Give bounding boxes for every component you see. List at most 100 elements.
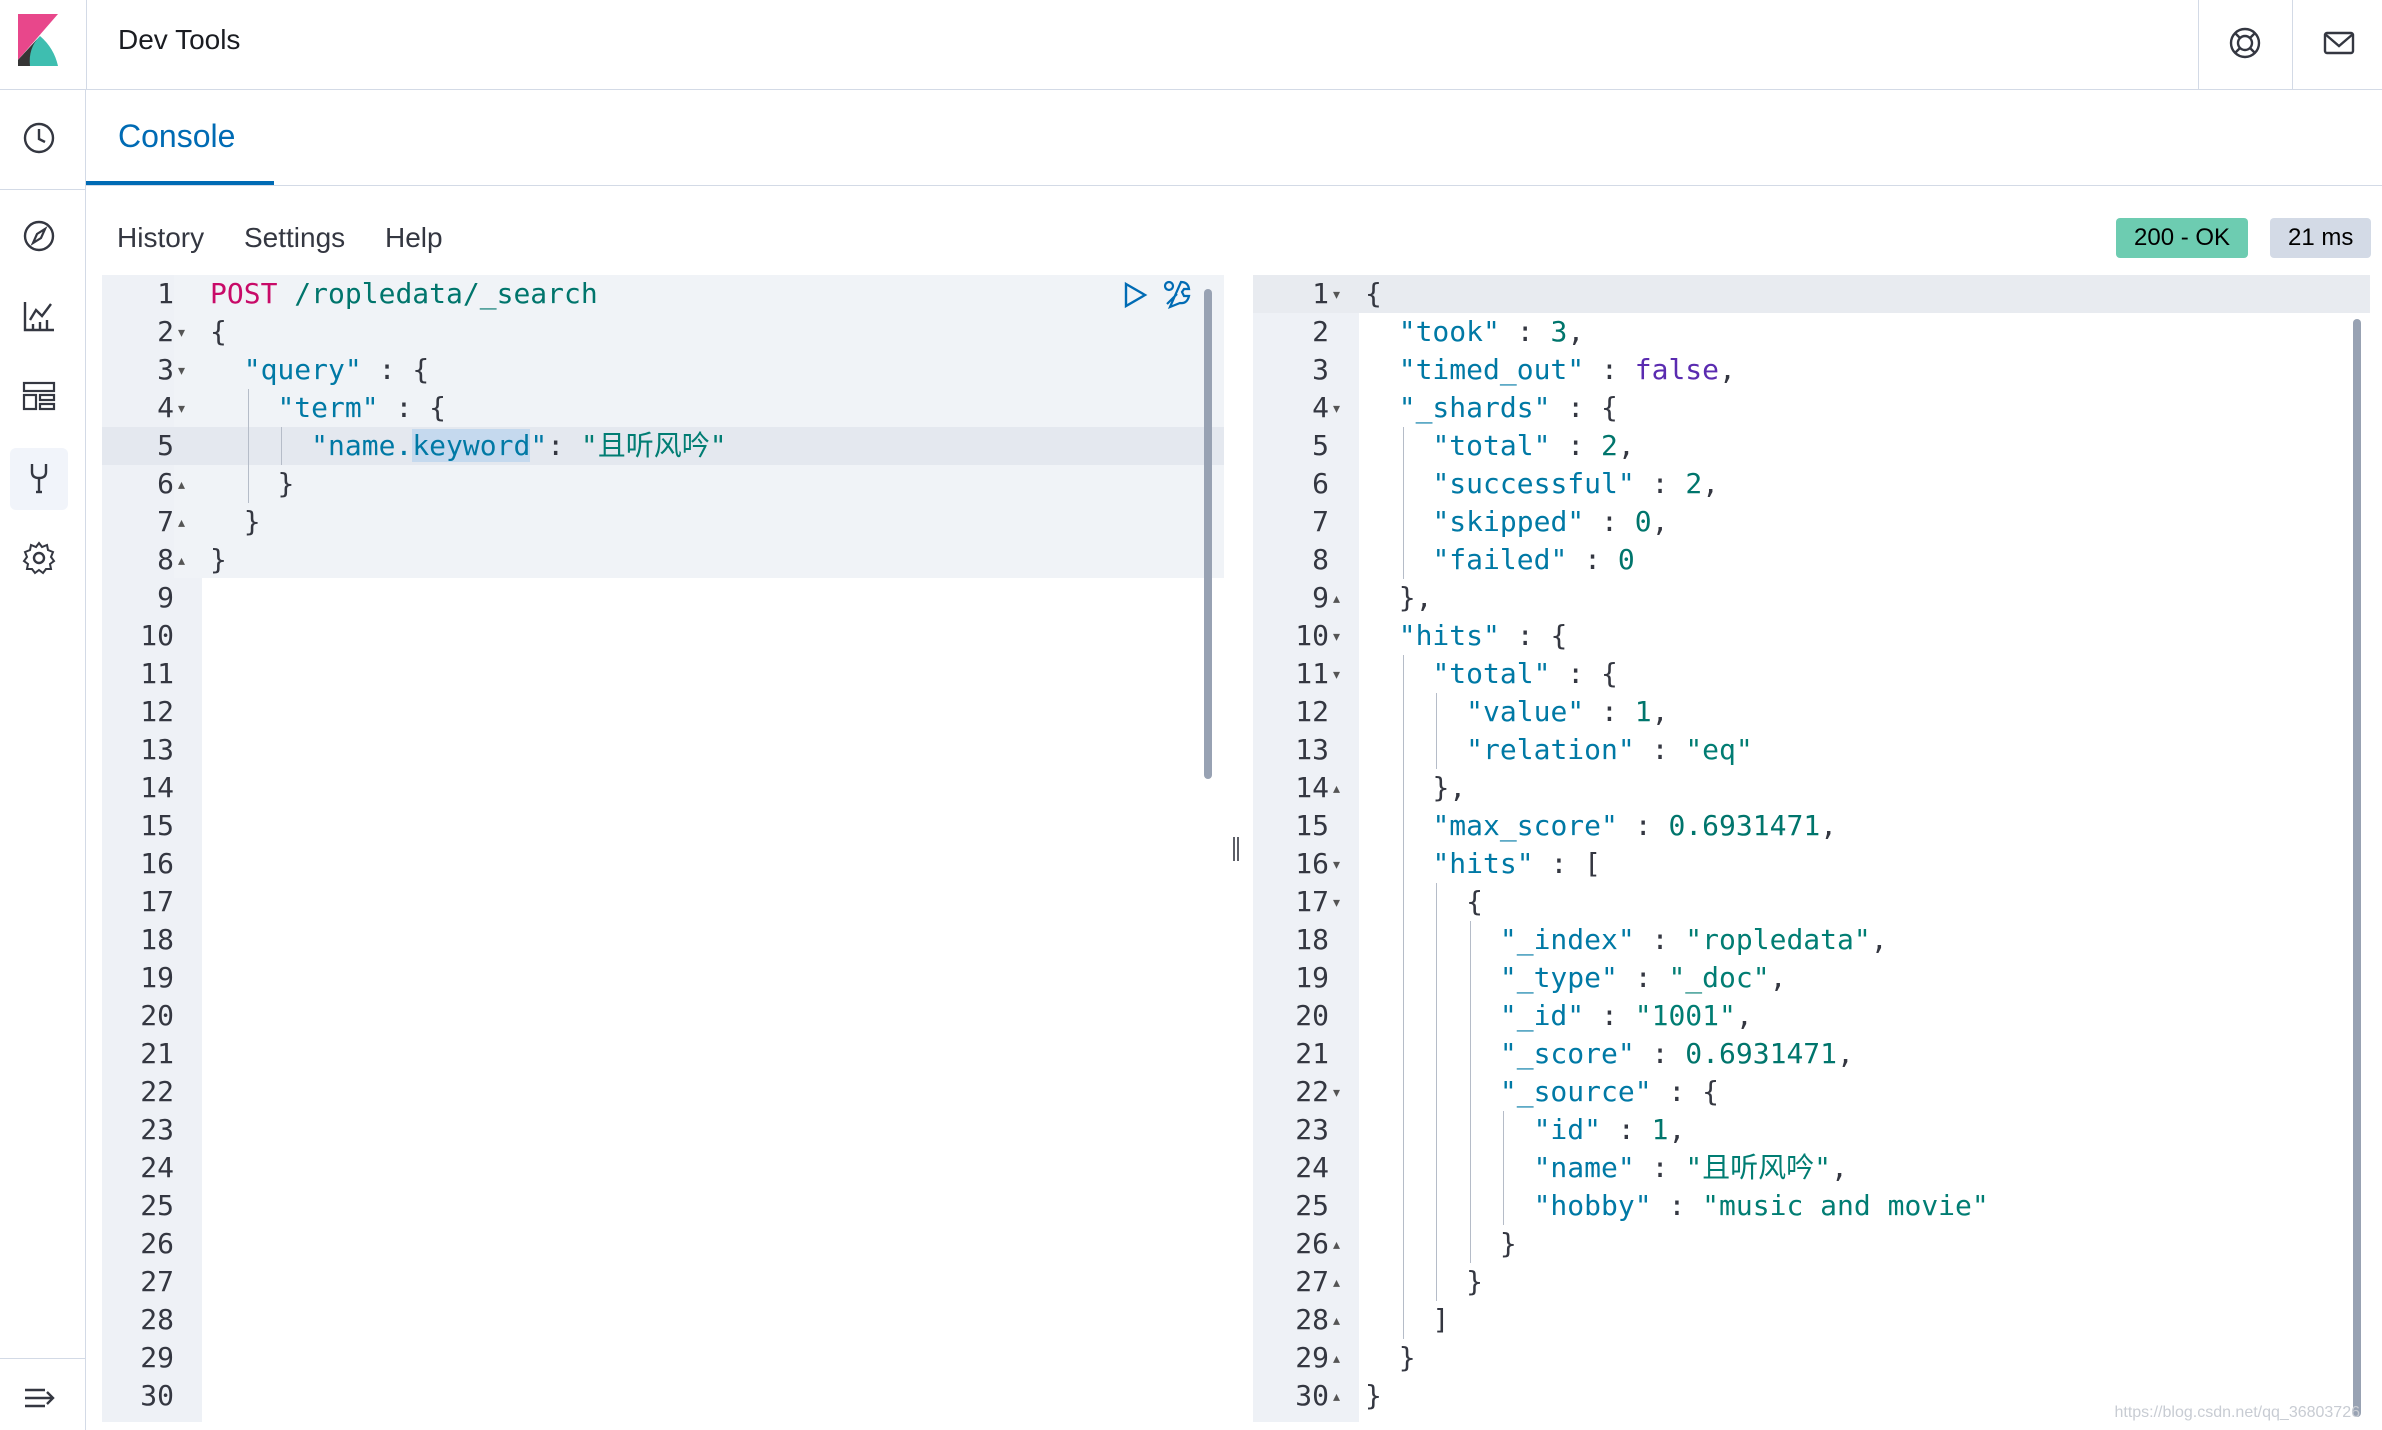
recently-viewed-icon[interactable] — [21, 120, 57, 156]
response-editor[interactable]: 1 ▾{2 "took" : 3, 3 "timed_out" : false, 4 ▾… — [1253, 275, 2370, 1422]
line-number: 26 — [1295, 1227, 1329, 1260]
fold-toggle-icon[interactable]: ▾ — [1333, 389, 1340, 427]
code-line: { — [1466, 885, 1484, 918]
code-line: "hobby" : "music and movie" — [1533, 1189, 1989, 1222]
code-line: "total" : { — [1432, 657, 1618, 690]
code-line: "term" : { — [277, 391, 447, 424]
help-icon[interactable] — [2228, 26, 2262, 60]
code-line: } — [210, 543, 227, 576]
line-number: 21 — [140, 1037, 174, 1070]
history-link[interactable]: History — [117, 222, 204, 254]
line-number: 1 — [1312, 277, 1329, 310]
mail-icon[interactable] — [2322, 26, 2356, 60]
fold-toggle-icon[interactable]: ▴ — [1333, 1339, 1340, 1377]
line-number: 22 — [140, 1075, 174, 1108]
line-number: 29 — [1295, 1341, 1329, 1374]
line-number: 1 — [157, 277, 174, 310]
status-badge: 200 - OK — [2116, 218, 2249, 258]
line-number: 24 — [1295, 1151, 1329, 1184]
tab-bar: Console — [86, 90, 2382, 186]
dev-tools-icon[interactable] — [21, 460, 57, 496]
fold-toggle-icon[interactable]: ▾ — [178, 313, 185, 351]
code-line: "_index" : "ropledata", — [1499, 923, 1888, 956]
kibana-logo[interactable] — [18, 14, 58, 66]
line-number: 27 — [140, 1265, 174, 1298]
fold-toggle-icon[interactable]: ▴ — [178, 503, 185, 541]
fold-toggle-icon[interactable]: ▾ — [1333, 1073, 1340, 1111]
code-line: ] — [1432, 1303, 1450, 1336]
page-title: Dev Tools — [118, 24, 241, 55]
fold-toggle-icon[interactable]: ▴ — [1333, 769, 1340, 807]
discover-icon[interactable] — [21, 218, 57, 254]
tab-console[interactable]: Console — [118, 118, 235, 155]
code-line: { — [1365, 277, 1382, 310]
fold-toggle-icon[interactable]: ▴ — [1333, 1377, 1340, 1415]
code-line: "_id" : "1001", — [1499, 999, 1753, 1032]
collapse-icon[interactable] — [21, 1380, 57, 1416]
line-number: 14 — [140, 771, 174, 804]
line-number: 11 — [140, 657, 174, 690]
code-line: { — [210, 315, 227, 348]
settings-link[interactable]: Settings — [244, 222, 345, 254]
line-number: 4 — [1312, 391, 1329, 424]
line-number: 6 — [157, 467, 174, 500]
line-number: 5 — [157, 429, 174, 462]
fold-toggle-icon[interactable]: ▴ — [178, 465, 185, 503]
response-active-line — [1253, 275, 2370, 313]
fold-toggle-icon[interactable]: ▾ — [1333, 845, 1340, 883]
fold-toggle-icon[interactable]: ▾ — [1333, 617, 1340, 655]
fold-toggle-icon[interactable]: ▴ — [1333, 1301, 1340, 1339]
code-line: "max_score" : 0.6931471, — [1432, 809, 1838, 842]
code-line: "hits" : { — [1398, 619, 1568, 652]
fold-toggle-icon[interactable]: ▴ — [1333, 1225, 1340, 1263]
side-navigation — [0, 90, 86, 1430]
code-line: "took" : 3, — [1398, 315, 1585, 348]
top-header: Dev Tools — [0, 0, 2382, 90]
code-line: "hits" : [ — [1432, 847, 1602, 880]
response-scrollbar[interactable] — [2353, 319, 2361, 1417]
pane-splitter-handle[interactable] — [1232, 834, 1240, 864]
line-number: 29 — [140, 1341, 174, 1374]
code-line: POST /ropledata/_search — [210, 277, 598, 310]
line-number: 17 — [1295, 885, 1329, 918]
fold-toggle-icon[interactable]: ▾ — [178, 351, 185, 389]
line-number: 6 — [1312, 467, 1329, 500]
line-number: 18 — [1295, 923, 1329, 956]
code-line: } — [1466, 1265, 1484, 1298]
fold-toggle-icon[interactable]: ▴ — [178, 541, 185, 579]
dashboard-icon[interactable] — [21, 378, 57, 414]
code-line: "_type" : "_doc", — [1499, 961, 1787, 994]
code-line: }, — [1398, 581, 1433, 614]
management-icon[interactable] — [21, 540, 57, 576]
line-number: 7 — [1312, 505, 1329, 538]
line-number: 20 — [1295, 999, 1329, 1032]
fold-toggle-icon[interactable]: ▾ — [1333, 275, 1340, 313]
line-number: 28 — [1295, 1303, 1329, 1336]
fold-toggle-icon[interactable]: ▴ — [1333, 579, 1340, 617]
fold-toggle-icon[interactable]: ▴ — [1333, 1263, 1340, 1301]
line-number: 19 — [1295, 961, 1329, 994]
code-line: "_score" : 0.6931471, — [1499, 1037, 1854, 1070]
line-number: 26 — [140, 1227, 174, 1260]
line-number: 10 — [140, 619, 174, 652]
line-number: 17 — [140, 885, 174, 918]
active-tab-indicator — [86, 181, 274, 185]
fold-toggle-icon[interactable]: ▾ — [1333, 655, 1340, 693]
play-icon[interactable] — [1122, 281, 1148, 309]
line-number: 12 — [1295, 695, 1329, 728]
line-number: 23 — [140, 1113, 174, 1146]
line-number: 25 — [1295, 1189, 1329, 1222]
code-line: "id" : 1, — [1533, 1113, 1686, 1146]
code-line: "skipped" : 0, — [1432, 505, 1669, 538]
request-scrollbar[interactable] — [1204, 289, 1212, 779]
request-editor[interactable]: 1 POST /ropledata/_search 2 ▾{3 ▾ "query" : … — [102, 275, 1224, 1422]
help-link[interactable]: Help — [385, 222, 443, 254]
fold-toggle-icon[interactable]: ▾ — [1333, 883, 1340, 921]
code-line: } — [1499, 1227, 1517, 1260]
line-number: 8 — [157, 543, 174, 576]
fold-toggle-icon[interactable]: ▾ — [178, 389, 185, 427]
line-number: 25 — [140, 1189, 174, 1222]
wrench-icon[interactable] — [1160, 277, 1194, 311]
line-number: 8 — [1312, 543, 1329, 576]
visualize-icon[interactable] — [21, 298, 57, 334]
